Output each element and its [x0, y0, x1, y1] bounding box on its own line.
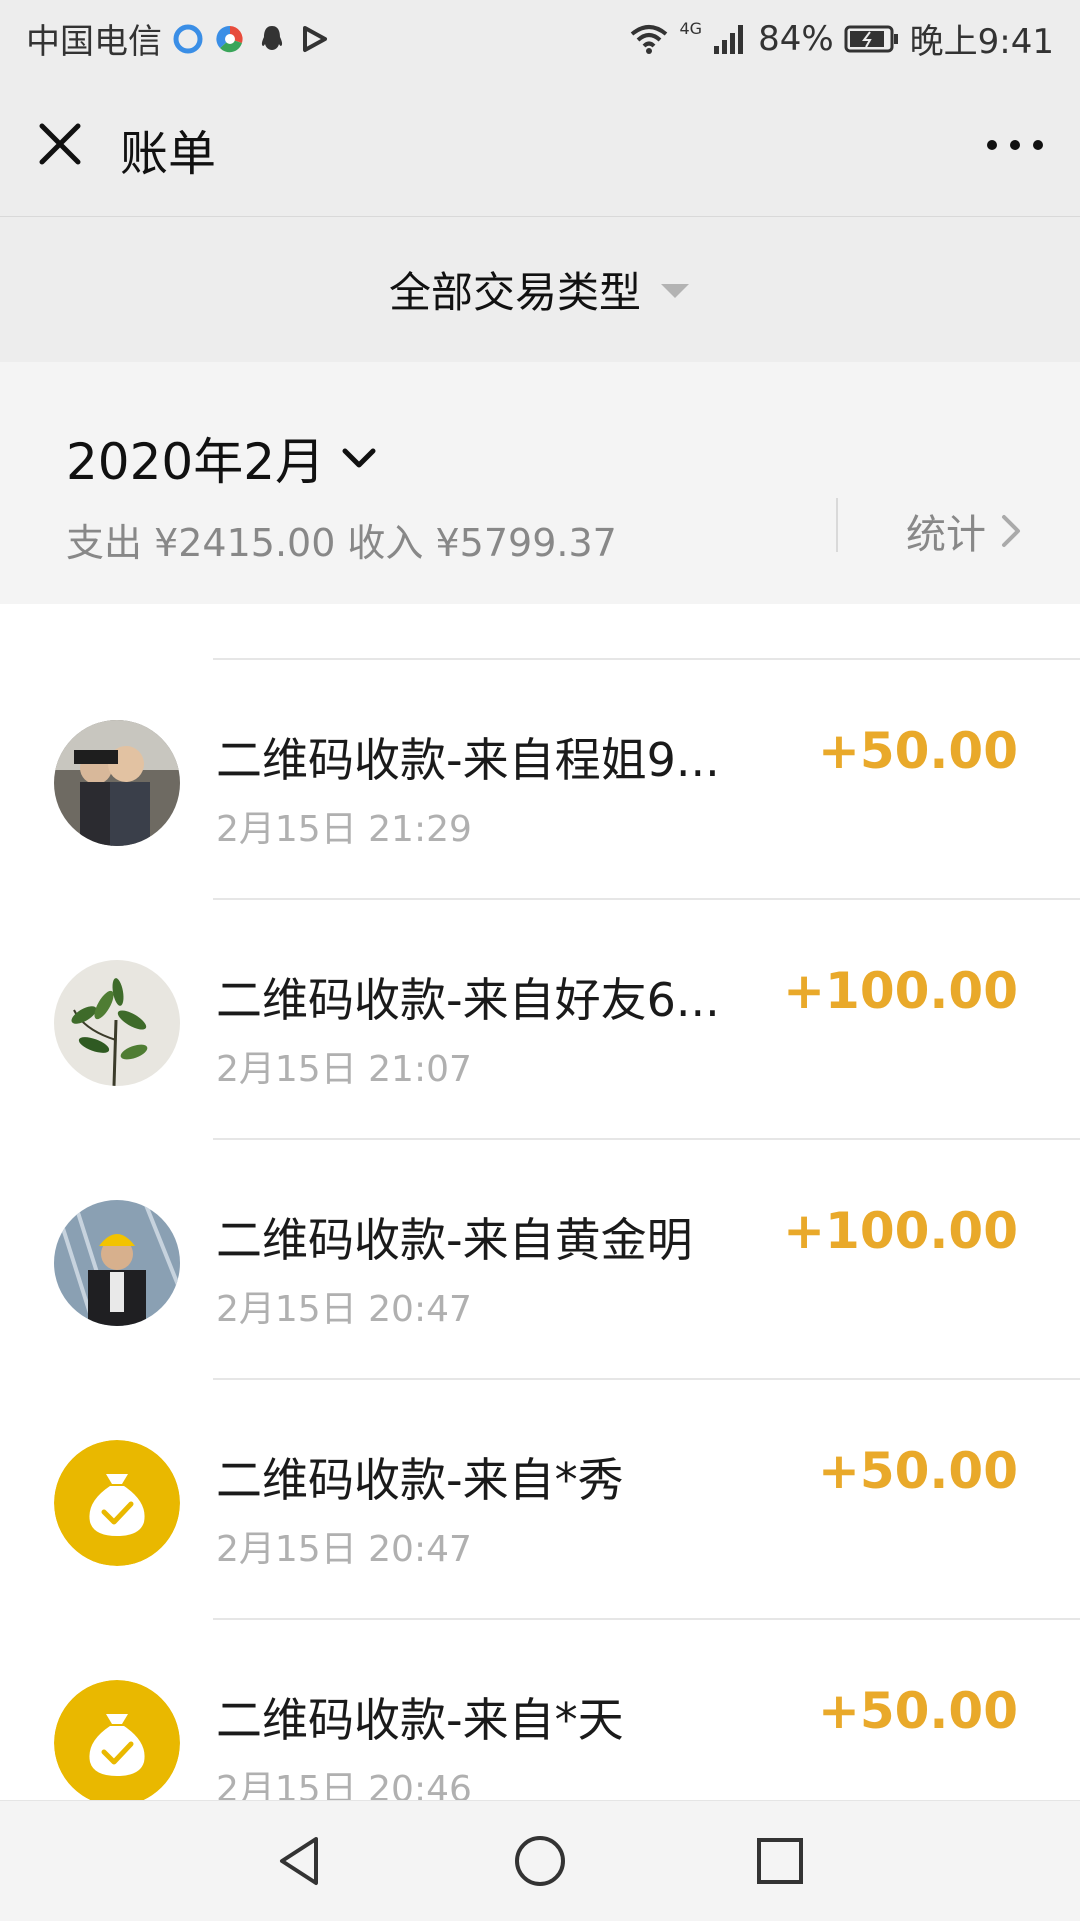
transaction-title: 二维码收款-来自程姐9...	[216, 733, 720, 787]
caret-down-icon	[661, 283, 689, 298]
app-icon	[216, 25, 243, 52]
transaction-title: 二维码收款-来自*秀	[216, 1453, 624, 1507]
transaction-title: 二维码收款-来自*天	[216, 1693, 624, 1747]
carrier-label: 中国电信	[26, 22, 162, 62]
transaction-row[interactable]: 二维码收款-来自好友6... 2月15日 21:07 +100.00	[0, 900, 1080, 1140]
transaction-title: 二维码收款-来自好友6...	[216, 973, 720, 1027]
battery-percent: 84%	[758, 18, 834, 59]
avatar-photo-kids	[54, 720, 180, 846]
transaction-amount: +50.00	[817, 1682, 1018, 1740]
network-type-label: 4G	[679, 19, 703, 38]
expense-total: 支出 ¥2415.00	[66, 521, 336, 565]
transaction-time: 2月15日 20:47	[216, 1289, 472, 1330]
month-label: 2020年2月	[66, 433, 326, 491]
browser-app-icon	[173, 24, 203, 53]
close-button[interactable]	[30, 114, 90, 174]
transaction-row[interactable]: 二维码收款-来自*秀 2月15日 20:47 +50.00	[0, 1380, 1080, 1620]
transaction-time: 2月15日 20:46	[216, 1769, 472, 1800]
avatar-photo-worker	[54, 1200, 180, 1326]
filter-label: 全部交易类型	[388, 268, 641, 317]
money-bag-icon	[54, 1680, 180, 1800]
home-icon[interactable]	[510, 1831, 570, 1891]
transaction-type-filter[interactable]: 全部交易类型	[0, 217, 1080, 362]
status-time: 晚上9:41	[909, 22, 1054, 62]
month-summary: 2020年2月 支出 ¥2415.00 收入 ¥5799.37 统计	[0, 362, 1080, 604]
status-bar: 中国电信 4G 84% 晚上9:41	[0, 0, 1080, 76]
summary-totals: 支出 ¥2415.00 收入 ¥5799.37	[66, 512, 617, 567]
play-icon	[303, 25, 327, 52]
transaction-row[interactable]: 二维码收款-来自黄金明 2月15日 20:47 +100.00	[0, 1140, 1080, 1380]
transaction-time: 2月15日 21:07	[216, 1049, 472, 1090]
summary-divider	[836, 498, 838, 552]
transaction-amount: +100.00	[783, 962, 1018, 1020]
transaction-row[interactable]: 二维码收款-来自程姐9... 2月15日 21:29 +50.00	[0, 660, 1080, 900]
back-icon[interactable]	[270, 1831, 330, 1891]
statistics-label: 统计	[906, 512, 986, 558]
transaction-title: 二维码收款-来自黄金明	[216, 1213, 693, 1267]
transaction-list: 二维码收款-来自程姐9... 2月15日 21:29 +50.00 二维码收款-…	[0, 604, 1080, 1800]
system-navigation-bar	[0, 1800, 1080, 1921]
transaction-amount: +100.00	[783, 1202, 1018, 1260]
transaction-amount: +50.00	[817, 722, 1018, 780]
avatar-photo-plant	[54, 960, 180, 1086]
month-selector[interactable]: 2020年2月	[66, 422, 377, 494]
wifi-icon	[631, 24, 668, 54]
transaction-row[interactable]: 二维码收款-来自*天 2月15日 20:46 +50.00	[0, 1620, 1080, 1800]
qq-icon	[261, 25, 283, 50]
signal-icon	[714, 24, 744, 54]
transaction-amount: +50.00	[817, 1442, 1018, 1500]
transaction-time: 2月15日 20:47	[216, 1529, 472, 1570]
chevron-down-icon	[342, 448, 376, 468]
recent-apps-icon[interactable]	[750, 1831, 810, 1891]
more-options-button[interactable]	[980, 120, 1050, 170]
transaction-time: 2月15日 21:29	[216, 809, 472, 850]
battery-icon	[844, 25, 898, 52]
chevron-right-icon	[1002, 515, 1020, 547]
money-bag-icon	[54, 1440, 180, 1566]
page-title: 账单	[120, 126, 217, 182]
statistics-link[interactable]: 统计	[906, 502, 1022, 560]
income-total: 收入 ¥5799.37	[347, 521, 617, 565]
nav-bar: 账单	[0, 76, 1080, 217]
